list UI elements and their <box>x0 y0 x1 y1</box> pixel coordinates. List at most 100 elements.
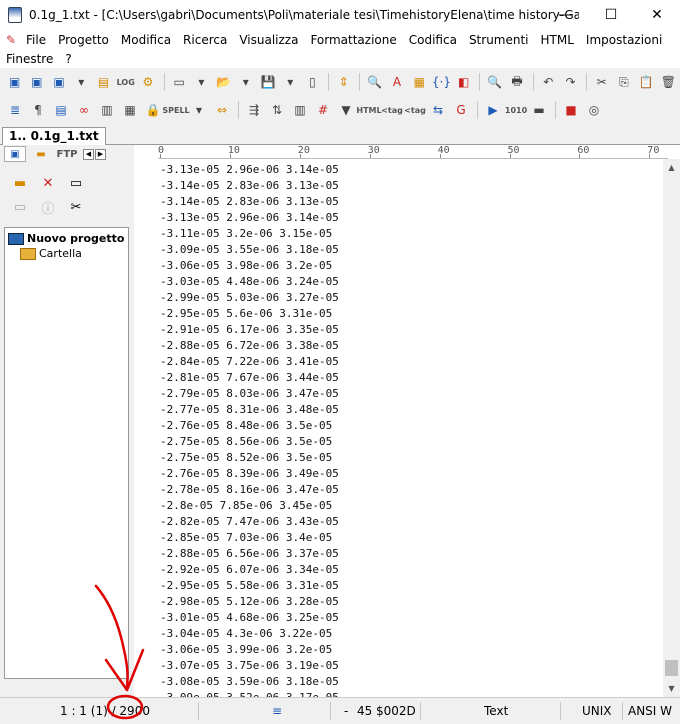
text-line[interactable]: -2.8e-05 7.85e-06 3.45e-05 <box>160 498 658 514</box>
text-line[interactable]: -2.95e-05 5.6e-06 3.31e-05 <box>160 306 658 322</box>
menu-codifica[interactable]: Codifica <box>403 33 463 47</box>
sort-icon[interactable]: ⇅ <box>266 100 288 120</box>
save-icon[interactable]: 💾 <box>257 72 278 92</box>
copy-icon[interactable]: ⎘ <box>613 72 634 92</box>
menu-html[interactable]: HTML <box>535 33 580 47</box>
text-line[interactable]: -2.84e-05 7.22e-06 3.41e-05 <box>160 354 658 370</box>
file-type[interactable]: Text <box>484 702 508 721</box>
text-line[interactable]: -3.06e-05 3.99e-06 3.2e-05 <box>160 642 658 658</box>
paste-icon[interactable]: 📋 <box>636 72 657 92</box>
highlight-icon[interactable]: ∞ <box>73 100 95 120</box>
filter-icon[interactable]: ▼ <box>335 100 357 120</box>
text-line[interactable]: -2.98e-05 5.12e-06 3.28e-05 <box>160 594 658 610</box>
add-folder-icon[interactable]: ▬ <box>6 173 34 193</box>
text-line[interactable]: -3.14e-05 2.83e-06 3.13e-05 <box>160 178 658 194</box>
replace-icon[interactable]: A <box>386 72 407 92</box>
html-txt-icon[interactable]: HTML <box>356 100 381 120</box>
text-line[interactable]: -2.75e-05 8.52e-06 3.5e-05 <box>160 450 658 466</box>
columns-icon[interactable]: ▥ <box>289 100 311 120</box>
scroll-up-icon[interactable]: ▲ <box>663 159 680 176</box>
folder-tab-icon[interactable]: ▬ <box>30 146 52 162</box>
menu-visualizza[interactable]: Visualizza <box>233 33 304 47</box>
close-button[interactable]: ✕ <box>634 0 680 30</box>
text-line[interactable]: -3.09e-05 3.52e-06 3.17e-05 <box>160 690 658 697</box>
save-dropdown-icon[interactable]: ▾ <box>280 72 301 92</box>
text-line[interactable]: -2.76e-05 8.39e-06 3.49e-05 <box>160 466 658 482</box>
tree-project[interactable]: Nuovo progetto <box>8 231 125 246</box>
translate-icon[interactable]: ⇆ <box>427 100 449 120</box>
text-line[interactable]: -2.88e-05 6.56e-06 3.37e-05 <box>160 546 658 562</box>
new-file-icon[interactable]: ▭ <box>169 72 190 92</box>
panel-right-arrow-icon[interactable]: ▶ <box>95 148 106 160</box>
text-line[interactable]: -2.82e-05 7.47e-06 3.43e-05 <box>160 514 658 530</box>
ftp-tab-icon[interactable]: FTP <box>56 146 78 162</box>
find-icon[interactable]: 🔍 <box>364 72 385 92</box>
menu-strumenti[interactable]: Strumenti <box>463 33 535 47</box>
save-all-icon[interactable]: ▯ <box>302 72 323 92</box>
sync-scroll-icon[interactable]: ⇔ <box>211 100 233 120</box>
text-line[interactable]: -2.79e-05 8.03e-06 3.47e-05 <box>160 386 658 402</box>
delete-icon[interactable]: 🗑 <box>658 72 679 92</box>
text-line[interactable]: -3.06e-05 3.98e-06 3.2e-05 <box>160 258 658 274</box>
open-dropdown-icon[interactable]: ▾ <box>235 72 256 92</box>
record-macro-icon[interactable]: ■ <box>560 100 582 120</box>
add-file-icon[interactable]: ▭ <box>62 173 90 193</box>
menu-finestre[interactable]: Finestre <box>0 52 59 66</box>
log-icon[interactable]: LOG <box>115 72 136 92</box>
undo-icon[interactable]: ↶ <box>538 72 559 92</box>
text-line[interactable]: -2.99e-05 5.03e-06 3.27e-05 <box>160 290 658 306</box>
project-tab-icon[interactable]: ▣ <box>4 146 26 162</box>
text-line[interactable]: -3.14e-05 2.83e-06 3.13e-05 <box>160 194 658 210</box>
run-icon[interactable]: ▶ <box>482 100 504 120</box>
menu-formattazione[interactable]: Formattazione <box>304 33 402 47</box>
column-mode-icon[interactable]: ▦ <box>119 100 141 120</box>
redo-icon[interactable]: ↷ <box>560 72 581 92</box>
pilcrow-icon[interactable]: ¶ <box>27 100 49 120</box>
lock-icon[interactable]: 🔒 <box>142 100 164 120</box>
settings-project-icon[interactable]: ⚙ <box>137 72 158 92</box>
tag-back-icon[interactable]: <tag <box>381 100 403 120</box>
tree-folder[interactable]: Cartella <box>8 246 125 261</box>
project-dropdown-icon[interactable]: ▾ <box>71 72 92 92</box>
text-line[interactable]: -3.03e-05 4.48e-06 3.24e-05 <box>160 274 658 290</box>
word-wrap-icon[interactable]: ≣ <box>4 100 26 120</box>
text-line[interactable]: -3.09e-05 3.55e-06 3.18e-05 <box>160 242 658 258</box>
braces-icon[interactable]: {·} <box>431 72 452 92</box>
close-project-icon[interactable]: ▤ <box>93 72 114 92</box>
minimize-button[interactable]: — <box>542 0 588 30</box>
scroll-thumb[interactable] <box>665 660 678 676</box>
text-line[interactable]: -2.75e-05 8.56e-06 3.5e-05 <box>160 434 658 450</box>
editor[interactable]: 0 10 20 30 40 50 60 70 -3.13e-05 2.96e-06 3.14e… <box>134 145 680 697</box>
line-ending[interactable]: UNIX <box>582 702 612 721</box>
text-line[interactable]: -2.78e-05 8.16e-06 3.47e-05 <box>160 482 658 498</box>
menu-help[interactable]: ? <box>59 52 77 66</box>
print-icon[interactable]: 🖶 <box>506 72 527 92</box>
text-line[interactable]: -3.13e-05 2.96e-06 3.14e-05 <box>160 162 658 178</box>
pen-icon[interactable]: ✎ <box>6 33 20 47</box>
text-line[interactable]: -2.77e-05 8.31e-06 3.48e-05 <box>160 402 658 418</box>
encoding[interactable]: ANSI W <box>628 702 672 721</box>
text-line[interactable]: -2.88e-05 6.72e-06 3.38e-05 <box>160 338 658 354</box>
text-line[interactable]: -3.13e-05 2.96e-06 3.14e-05 <box>160 210 658 226</box>
open-project-icon[interactable]: ▣ <box>26 72 47 92</box>
text-line[interactable]: -2.76e-05 8.48e-06 3.5e-05 <box>160 418 658 434</box>
scroll-down-icon[interactable]: ▼ <box>663 680 680 697</box>
preview-icon[interactable]: 🔍 <box>484 72 505 92</box>
google-icon[interactable]: G <box>450 100 472 120</box>
remove-folder-icon[interactable]: ✕ <box>34 173 62 193</box>
line-numbers-icon[interactable]: ▤ <box>50 100 72 120</box>
text-line[interactable]: -2.85e-05 7.03e-06 3.4e-05 <box>160 530 658 546</box>
menu-file[interactable]: File <box>20 33 52 47</box>
menu-modifica[interactable]: Modifica <box>115 33 177 47</box>
tag-icon[interactable]: <tag <box>404 100 426 120</box>
text-line[interactable]: -3.01e-05 4.68e-06 3.25e-05 <box>160 610 658 626</box>
menu-ricerca[interactable]: Ricerca <box>177 33 233 47</box>
new-file-dropdown-icon[interactable]: ▾ <box>191 72 212 92</box>
indent-guides-icon[interactable]: ▥ <box>96 100 118 120</box>
text-line[interactable]: -3.07e-05 3.75e-06 3.19e-05 <box>160 658 658 674</box>
text-line[interactable]: -2.81e-05 7.67e-06 3.44e-05 <box>160 370 658 386</box>
toggle-bookmark-icon[interactable]: ⇕ <box>333 72 354 92</box>
new-project-icon[interactable]: ▣ <box>4 72 25 92</box>
compare-icon[interactable]: ◧ <box>453 72 474 92</box>
text-line[interactable]: -3.11e-05 3.2e-06 3.15e-05 <box>160 226 658 242</box>
